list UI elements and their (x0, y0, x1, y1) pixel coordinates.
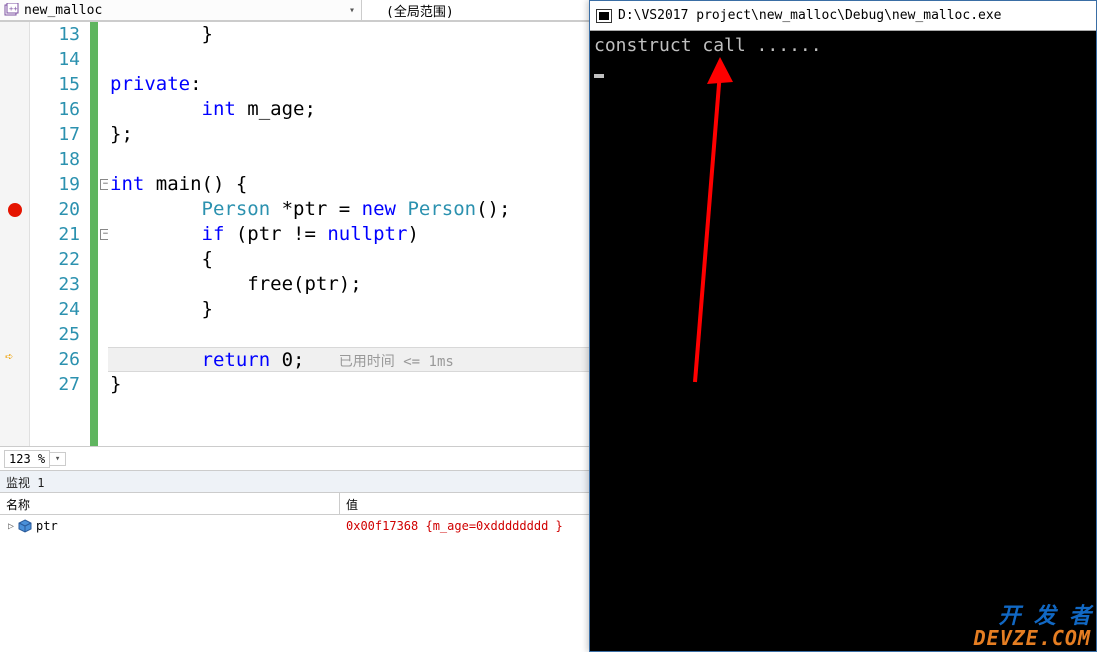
watch-col-name[interactable]: 名称 (0, 493, 340, 514)
line-number: 21 (30, 222, 80, 247)
line-number: 13 (30, 22, 80, 47)
zoom-dropdown[interactable]: ▾ (50, 452, 66, 466)
line-number: 19 (30, 172, 80, 197)
change-indicator (90, 22, 98, 446)
line-number: 27 (30, 372, 80, 397)
svg-text:++: ++ (9, 5, 17, 13)
zoom-value[interactable]: 123 % (4, 450, 50, 468)
document-name: new_malloc (24, 3, 343, 18)
console-output: construct call ...... (594, 35, 1092, 56)
console-body[interactable]: construct call ...... (590, 31, 1096, 82)
line-number: 25 (30, 322, 80, 347)
console-window: D:\VS2017 project\new_malloc\Debug\new_m… (589, 0, 1097, 652)
console-titlebar[interactable]: D:\VS2017 project\new_malloc\Debug\new_m… (590, 1, 1096, 31)
current-line-arrow-icon: ➪ (5, 349, 13, 365)
line-number-margin: 131415161718192021222324252627 (30, 22, 90, 446)
expand-icon[interactable]: ▷ (8, 521, 14, 532)
line-number: 23 (30, 272, 80, 297)
line-number: 18 (30, 147, 80, 172)
chevron-down-icon: ▾ (343, 5, 361, 16)
line-number: 15 (30, 72, 80, 97)
watch-var-name: ptr (36, 519, 58, 533)
line-number: 22 (30, 247, 80, 272)
console-title-text: D:\VS2017 project\new_malloc\Debug\new_m… (618, 8, 1002, 23)
watermark: 开 发 者 DEVZE.COM (974, 606, 1091, 648)
indicator-margin: −− (90, 22, 108, 446)
line-number: 16 (30, 97, 80, 122)
line-number: 24 (30, 297, 80, 322)
document-dropdown[interactable]: ++ new_malloc ▾ (0, 0, 362, 21)
cpp-file-icon: ++ (4, 3, 20, 17)
console-cursor (594, 74, 604, 78)
line-number: 20 (30, 197, 80, 222)
line-number: 14 (30, 47, 80, 72)
breakpoint-margin[interactable]: ➪ (0, 22, 30, 446)
variable-icon (18, 519, 32, 533)
line-number: 17 (30, 122, 80, 147)
breakpoint-icon[interactable] (8, 203, 22, 217)
console-icon (596, 9, 612, 23)
line-number: 26 (30, 347, 80, 372)
